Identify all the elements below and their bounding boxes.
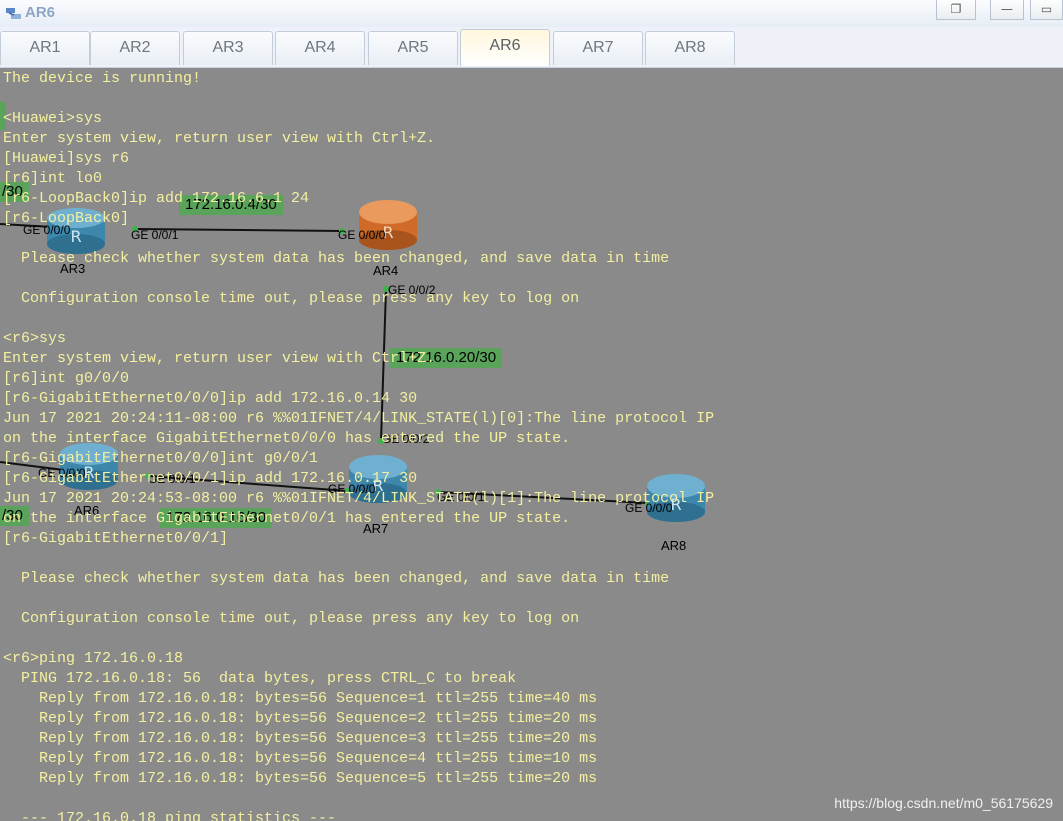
terminal-line: [r6]int lo0 <box>3 170 103 187</box>
terminal-line: [r6-LoopBack0]ip add 172.16.6.1 24 <box>3 190 310 207</box>
tab-ar4[interactable]: AR4 <box>275 31 365 65</box>
window-title: AR6 <box>25 4 56 21</box>
terminal-line: [r6-GigabitEthernet0/0/0]int g0/0/1 <box>3 450 319 467</box>
terminal-line: PING 172.16.0.18: 56 data bytes, press C… <box>3 670 517 687</box>
terminal-line: Reply from 172.16.0.18: bytes=56 Sequenc… <box>3 770 598 787</box>
terminal-line: Reply from 172.16.0.18: bytes=56 Sequenc… <box>3 710 598 727</box>
terminal-line: [r6-GigabitEthernet0/0/0]ip add 172.16.0… <box>3 390 418 407</box>
terminal-line: [Huawei]sys r6 <box>3 150 130 167</box>
terminal-line: on the interface GigabitEthernet0/0/1 ha… <box>3 510 571 527</box>
window-titlebar: AR6 ❐ — ▭ <box>0 0 1063 28</box>
terminal-line: Reply from 172.16.0.18: bytes=56 Sequenc… <box>3 690 598 707</box>
watermark: https://blog.csdn.net/m0_56175629 <box>834 795 1053 811</box>
terminal-line: [r6-GigabitEthernet0/0/1]ip add 172.16.0… <box>3 470 418 487</box>
restore-icon: ❐ <box>950 2 962 16</box>
tab-ar5[interactable]: AR5 <box>368 31 458 65</box>
terminal-line: [r6]int g0/0/0 <box>3 370 130 387</box>
tab-ar6[interactable]: AR6 <box>460 29 550 66</box>
terminal-line: The device is running! <box>3 70 202 87</box>
terminal-output[interactable]: The device is running! <Huawei>sys Enter s… <box>3 69 714 821</box>
maximize-button[interactable]: ▭ <box>1030 0 1063 20</box>
restore-button[interactable]: ❐ <box>936 0 976 20</box>
terminal-line: --- 172.16.0.18 ping statistics --- <box>3 810 337 821</box>
terminal-line: [r6-GigabitEthernet0/0/1] <box>3 530 229 547</box>
terminal-line: on the interface GigabitEthernet0/0/0 ha… <box>3 430 571 447</box>
terminal-line: Enter system view, return user view with… <box>3 350 436 367</box>
device-tab-bar: AR1 AR2 AR3 AR4 AR5 AR6 AR7 AR8 <box>0 27 1063 68</box>
minimize-button[interactable]: — <box>990 0 1024 20</box>
console-area[interactable]: R R R R R /30 172.16.0.4/30 172.16.0.20/… <box>0 68 1063 821</box>
terminal-line: Configuration console time out, please p… <box>3 290 580 307</box>
terminal-line: Reply from 172.16.0.18: bytes=56 Sequenc… <box>3 750 598 767</box>
terminal-line: [r6-LoopBack0] <box>3 210 130 227</box>
tab-ar2[interactable]: AR2 <box>90 31 180 65</box>
tab-ar3[interactable]: AR3 <box>183 31 273 65</box>
tab-ar8[interactable]: AR8 <box>645 31 735 65</box>
terminal-line: Please check whether system data has bee… <box>3 570 670 587</box>
terminal-line: Jun 17 2021 20:24:11-08:00 r6 %%01IFNET/… <box>3 410 715 427</box>
tab-ar1[interactable]: AR1 <box>0 31 90 65</box>
terminal-line: Configuration console time out, please p… <box>3 610 580 627</box>
terminal-line: Reply from 172.16.0.18: bytes=56 Sequenc… <box>3 730 598 747</box>
terminal-line: <r6>sys <box>3 330 67 347</box>
terminal-line: Please check whether system data has bee… <box>3 250 670 267</box>
minimize-icon: — <box>1001 2 1013 16</box>
maximize-icon: ▭ <box>1040 2 1053 16</box>
terminal-line: Jun 17 2021 20:24:53-08:00 r6 %%01IFNET/… <box>3 490 715 507</box>
terminal-line: <r6>ping 172.16.0.18 <box>3 650 184 667</box>
terminal-line: Enter system view, return user view with… <box>3 130 436 147</box>
tab-ar7[interactable]: AR7 <box>553 31 643 65</box>
terminal-line: <Huawei>sys <box>3 110 103 127</box>
router-app-icon <box>6 8 21 19</box>
